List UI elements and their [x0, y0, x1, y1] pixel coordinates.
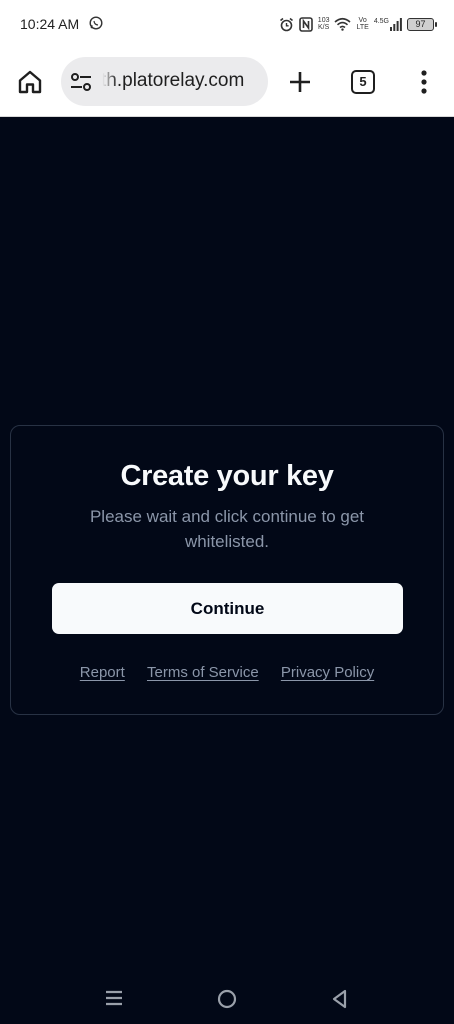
home-icon[interactable]	[17, 69, 43, 95]
volte-top: Vo	[358, 17, 367, 24]
address-bar[interactable]: th.platorelay.com	[61, 57, 268, 106]
recents-icon[interactable]	[104, 988, 124, 1008]
status-icons: 103 K/S Vo LTE 4.5G 97	[279, 14, 437, 34]
continue-button[interactable]: Continue	[52, 583, 403, 634]
tab-switcher-icon[interactable]: 5	[351, 70, 375, 94]
volte-bottom: LTE	[356, 24, 369, 31]
status-time: 10:24 AM	[20, 16, 80, 32]
nfc-icon	[298, 16, 313, 32]
alarm-icon	[279, 17, 293, 31]
url-fade	[99, 67, 117, 95]
signal-icon	[390, 17, 402, 31]
whatsapp-icon	[89, 16, 103, 30]
privacy-link[interactable]: Privacy Policy	[281, 664, 374, 681]
plus-icon[interactable]	[287, 69, 313, 95]
browser-toolbar: th.platorelay.com 5	[0, 50, 454, 117]
cellular: 4.5G	[373, 17, 402, 31]
site-settings-icon[interactable]	[70, 72, 92, 92]
volte-indicator: Vo LTE	[356, 17, 368, 31]
footer-links: Report Terms of Service Privacy Policy	[11, 664, 443, 681]
back-icon[interactable]	[330, 988, 350, 1010]
battery-icon: 97	[407, 17, 437, 31]
more-vert-icon[interactable]	[414, 69, 434, 95]
home-circle-icon[interactable]	[216, 988, 238, 1010]
url-text[interactable]: th.platorelay.com	[101, 70, 261, 92]
key-card: Create your key Please wait and click co…	[10, 425, 444, 715]
status-bar: 10:24 AM 103 K/S Vo LTE 4.5G 97	[0, 0, 454, 50]
speed-value: 103	[317, 17, 330, 24]
card-description: Please wait and click continue to get wh…	[89, 507, 365, 551]
wifi-icon	[334, 17, 352, 31]
terms-link[interactable]: Terms of Service	[147, 664, 259, 681]
network-speed: 103 K/S	[318, 17, 330, 31]
network-type: 4.5G	[373, 17, 389, 25]
card-title: Create your key	[120, 460, 334, 492]
system-nav-bar	[0, 970, 454, 1024]
report-link[interactable]: Report	[80, 664, 125, 681]
speed-unit: K/S	[317, 24, 330, 31]
